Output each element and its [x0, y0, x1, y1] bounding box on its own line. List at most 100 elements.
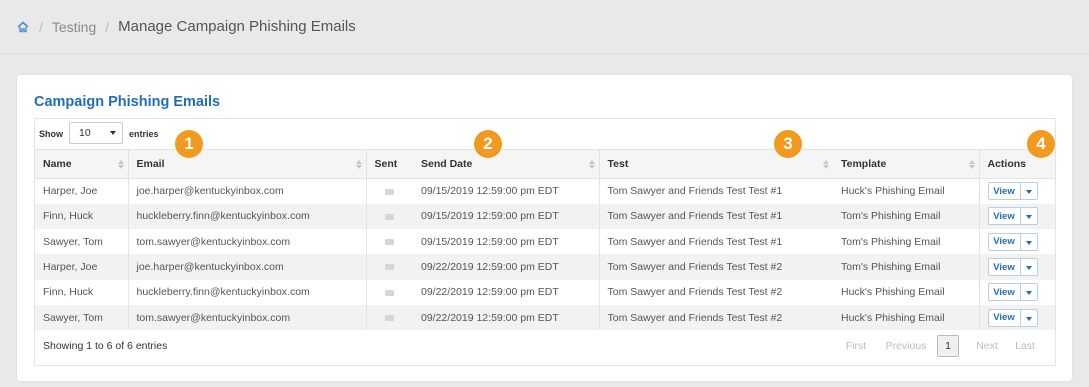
breadcrumb: / Testing / Manage Campaign Phishing Ema… — [0, 0, 1089, 54]
sort-icon — [823, 160, 829, 170]
cell-email: tom.sawyer@kentuckyinbox.com — [127, 304, 366, 331]
cell-sent — [365, 178, 413, 204]
entries-label: entries — [129, 129, 159, 139]
table-body: Harper, Joe joe.harper@kentuckyinbox.com… — [35, 178, 1055, 331]
actions-dropdown-toggle[interactable] — [1020, 283, 1038, 302]
cell-actions: View — [978, 304, 1055, 331]
sort-icon — [355, 160, 362, 170]
pagination-first[interactable]: First — [837, 340, 875, 352]
home-icon[interactable] — [16, 20, 30, 34]
pagination-last[interactable]: Last — [1005, 340, 1045, 352]
cell-actions: View — [978, 203, 1055, 230]
envelope-icon — [385, 188, 395, 195]
cell-template: Huck's Phishing Email — [833, 178, 979, 204]
cell-email: huckleberry.finn@kentuckyinbox.com — [127, 279, 366, 305]
cell-send-date: 09/22/2019 12:59:00 pm EDT — [413, 304, 599, 331]
cell-name: Finn, Huck — [35, 279, 128, 305]
callout-marker-3: 3 — [774, 130, 802, 158]
sort-icon — [588, 160, 595, 170]
column-header-send-date[interactable]: Send Date — [413, 149, 599, 179]
view-button[interactable]: View — [987, 182, 1021, 201]
sort-icon — [968, 160, 975, 170]
actions-dropdown-toggle[interactable] — [1020, 308, 1038, 327]
entries-per-page-select[interactable]: 10 — [69, 122, 123, 144]
cell-send-date: 09/15/2019 12:59:00 pm EDT — [413, 178, 599, 204]
breadcrumb-item-current: Manage Campaign Phishing Emails — [118, 18, 356, 35]
sort-icon — [117, 160, 124, 170]
breadcrumb-separator: / — [105, 18, 110, 35]
view-button[interactable]: View — [987, 308, 1021, 327]
cell-sent — [365, 254, 413, 280]
column-header-sent[interactable]: Sent — [365, 149, 413, 179]
cell-template: Tom's Phishing Email — [833, 254, 979, 280]
table-row: Finn, Huck huckleberry.finn@kentuckyinbo… — [35, 203, 1055, 230]
cell-send-date: 09/22/2019 12:59:00 pm EDT — [413, 254, 599, 280]
view-button[interactable]: View — [987, 258, 1021, 277]
cell-email: tom.sawyer@kentuckyinbox.com — [127, 229, 366, 255]
actions-dropdown-toggle[interactable] — [1020, 258, 1038, 277]
envelope-icon — [385, 314, 395, 321]
cell-email: joe.harper@kentuckyinbox.com — [127, 178, 366, 204]
breadcrumb-item-testing[interactable]: Testing — [52, 19, 96, 35]
cell-email: huckleberry.finn@kentuckyinbox.com — [127, 203, 366, 230]
cell-email: joe.harper@kentuckyinbox.com — [127, 254, 366, 280]
breadcrumb-separator: / — [39, 18, 43, 35]
pagination-page-1[interactable]: 1 — [937, 335, 959, 357]
callout-marker-4: 4 — [1027, 130, 1055, 158]
callout-marker-2: 2 — [474, 130, 502, 158]
cell-actions: View — [978, 254, 1055, 280]
actions-dropdown-toggle[interactable] — [1020, 232, 1038, 251]
actions-dropdown-toggle[interactable] — [1020, 182, 1038, 201]
cell-name: Finn, Huck — [35, 203, 128, 230]
cell-template: Tom's Phishing Email — [833, 203, 979, 230]
envelope-icon — [385, 264, 395, 271]
cell-actions: View — [978, 229, 1055, 255]
campaign-emails-panel: Campaign Phishing Emails Show 10 entries — [16, 74, 1073, 382]
pagination-previous[interactable]: Previous — [875, 340, 937, 352]
envelope-icon — [385, 289, 395, 296]
cell-sent — [365, 203, 413, 230]
cell-template: Tom's Phishing Email — [833, 229, 979, 255]
cell-test: Tom Sawyer and Friends Test Test #2 — [598, 304, 833, 331]
cell-send-date: 09/15/2019 12:59:00 pm EDT — [413, 203, 599, 230]
column-header-name[interactable]: Name — [35, 149, 128, 179]
column-header-email[interactable]: Email — [127, 149, 366, 179]
callout-marker-1: 1 — [175, 130, 203, 158]
view-button[interactable]: View — [987, 232, 1021, 251]
show-label: Show — [39, 129, 63, 139]
cell-test: Tom Sawyer and Friends Test Test #1 — [598, 203, 833, 230]
envelope-icon — [385, 238, 395, 245]
cell-sent — [365, 229, 413, 255]
column-header-template[interactable]: Template — [833, 149, 979, 179]
cell-test: Tom Sawyer and Friends Test Test #1 — [598, 229, 833, 255]
cell-sent — [365, 304, 413, 331]
table-row: Sawyer, Tom tom.sawyer@kentuckyinbox.com… — [35, 304, 1055, 331]
cell-actions: View — [978, 279, 1055, 305]
cell-name: Sawyer, Tom — [35, 304, 128, 331]
cell-sent — [365, 279, 413, 305]
cell-send-date: 09/15/2019 12:59:00 pm EDT — [413, 229, 599, 255]
cell-template: Huck's Phishing Email — [833, 279, 979, 305]
table-row: Sawyer, Tom tom.sawyer@kentuckyinbox.com… — [35, 229, 1055, 255]
pagination: First Previous 1 Next Last — [837, 335, 1045, 357]
cell-send-date: 09/22/2019 12:59:00 pm EDT — [413, 279, 599, 305]
table-row: Finn, Huck huckleberry.finn@kentuckyinbo… — [35, 279, 1055, 305]
view-button[interactable]: View — [987, 283, 1021, 302]
cell-test: Tom Sawyer and Friends Test Test #2 — [598, 254, 833, 280]
entries-per-page-value: 10 — [79, 127, 91, 139]
cell-template: Huck's Phishing Email — [833, 304, 979, 331]
cell-actions: View — [978, 178, 1055, 204]
cell-name: Harper, Joe — [35, 178, 128, 204]
envelope-icon — [385, 213, 395, 220]
table-row: Harper, Joe joe.harper@kentuckyinbox.com… — [35, 178, 1055, 204]
cell-name: Harper, Joe — [35, 254, 128, 280]
pagination-next[interactable]: Next — [969, 340, 1005, 352]
cell-name: Sawyer, Tom — [35, 229, 128, 255]
cell-test: Tom Sawyer and Friends Test Test #2 — [598, 279, 833, 305]
cell-test: Tom Sawyer and Friends Test Test #1 — [598, 178, 833, 204]
actions-dropdown-toggle[interactable] — [1020, 207, 1038, 226]
chevron-down-icon — [110, 131, 116, 135]
table-row: Harper, Joe joe.harper@kentuckyinbox.com… — [35, 254, 1055, 280]
emails-table: Name Email Sent Send Date Test Template … — [35, 149, 1055, 331]
view-button[interactable]: View — [987, 207, 1021, 226]
